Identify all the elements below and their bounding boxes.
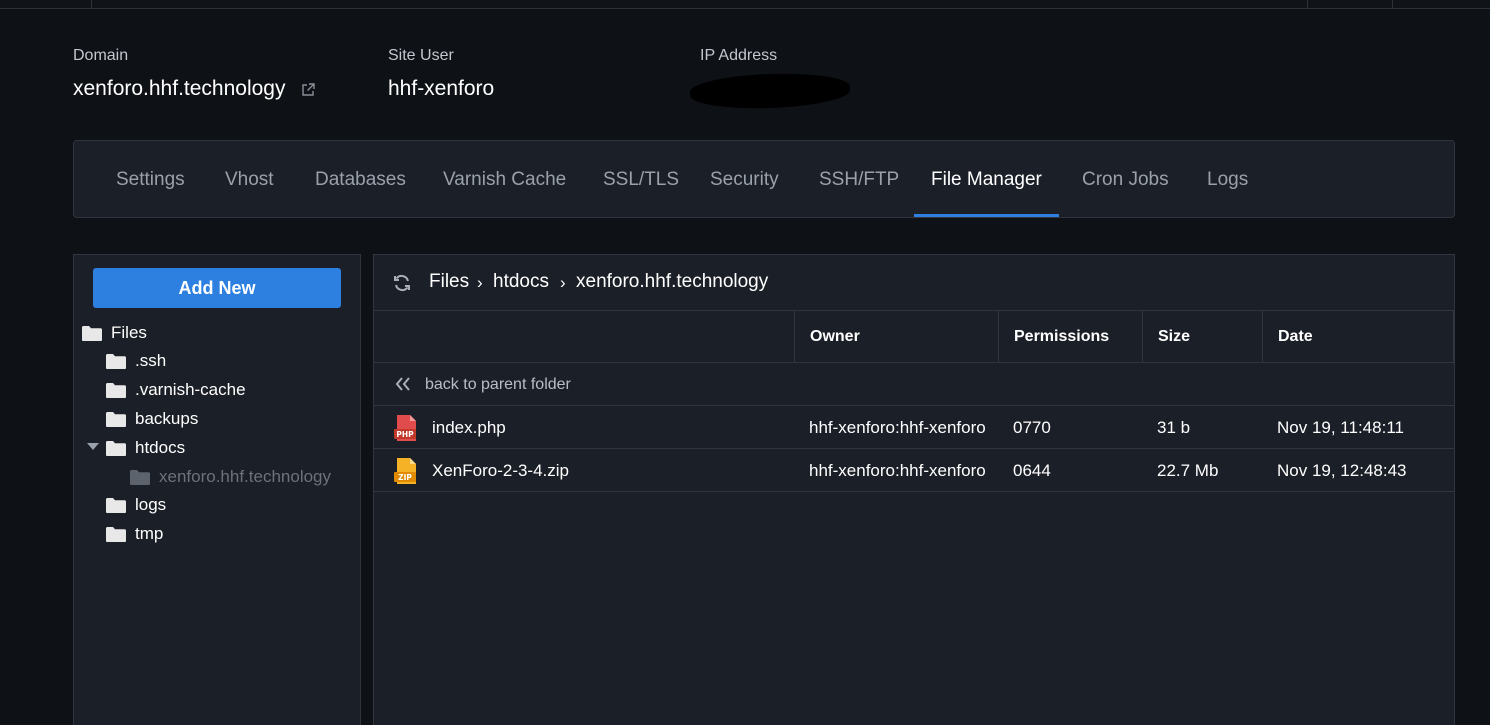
- refresh-icon[interactable]: [392, 273, 412, 293]
- ip-address-redaction: [689, 71, 851, 111]
- folder-icon: [106, 526, 126, 542]
- tree-item-label: backups: [135, 409, 199, 428]
- caret-down-icon[interactable]: [87, 443, 99, 450]
- file-permissions: 0770: [1013, 418, 1051, 437]
- table-header: Owner Permissions Size Date: [374, 311, 1454, 363]
- tree-item-label: logs: [135, 495, 167, 514]
- tree-item-label: .ssh: [135, 351, 167, 370]
- column-header-name[interactable]: [374, 311, 794, 363]
- tab-ssh-ftp[interactable]: SSH/FTP: [819, 141, 899, 217]
- tab-databases[interactable]: Databases: [315, 141, 406, 217]
- top-strip-divider: [91, 0, 92, 9]
- file-list-panel: Files › htdocs › xenforo.hhf.technology …: [373, 254, 1455, 725]
- file-name[interactable]: index.php: [432, 406, 506, 449]
- folder-icon: [82, 325, 102, 341]
- file-owner: hhf-xenforo:hhf-xenforo: [809, 418, 986, 437]
- external-link-icon[interactable]: [300, 82, 316, 98]
- zip-file-icon: ZIP: [394, 458, 416, 484]
- breadcrumb-current-folder: xenforo.hhf.technology: [576, 271, 769, 292]
- column-header-owner[interactable]: Owner: [794, 311, 998, 363]
- tree-item-label: Files: [111, 323, 147, 342]
- back-to-parent-label: back to parent folder: [425, 376, 571, 393]
- folder-tree-panel: Add New Files .ssh .varnish-cache backup…: [73, 254, 361, 725]
- file-name[interactable]: XenForo-2-3-4.zip: [432, 449, 569, 492]
- ip-address-label: IP Address: [700, 47, 778, 64]
- double-chevron-left-icon: [395, 377, 410, 391]
- tab-ssl-tls[interactable]: SSL/TLS: [603, 141, 679, 217]
- breadcrumb-files[interactable]: Files: [429, 271, 469, 293]
- folder-icon: [130, 469, 150, 485]
- domain-value[interactable]: xenforo.hhf.technology: [73, 77, 285, 101]
- tree-item-htdocs[interactable]: htdocs: [105, 436, 185, 460]
- tree-item-logs[interactable]: logs: [105, 493, 166, 517]
- tree-item-label: tmp: [135, 524, 164, 543]
- tab-vhost[interactable]: Vhost: [225, 141, 274, 217]
- breadcrumb-separator-icon: ›: [560, 273, 566, 292]
- back-to-parent-row[interactable]: back to parent folder: [374, 363, 1454, 406]
- domain-label: Domain: [73, 47, 129, 64]
- tree-item-tmp[interactable]: tmp: [105, 522, 163, 546]
- php-file-icon: PHP: [394, 415, 416, 441]
- folder-icon: [106, 382, 126, 398]
- table-row[interactable]: PHP index.php hhf-xenforo:hhf-xenforo 07…: [374, 406, 1454, 449]
- tree-item-label: xenforo.hhf.technology: [159, 467, 332, 486]
- breadcrumb-htdocs[interactable]: htdocs: [493, 271, 549, 293]
- file-size: 22.7 Mb: [1157, 461, 1219, 480]
- folder-icon: [106, 353, 126, 369]
- breadcrumb-separator-icon: ›: [477, 273, 483, 292]
- top-strip-divider: [1392, 0, 1393, 9]
- tree-item-label: .varnish-cache: [135, 380, 246, 399]
- tab-logs[interactable]: Logs: [1207, 141, 1248, 217]
- file-permissions: 0644: [1013, 461, 1051, 480]
- tree-item-files[interactable]: Files: [81, 321, 147, 345]
- svg-text:ZIP: ZIP: [398, 473, 412, 482]
- site-user-value: hhf-xenforo: [388, 77, 495, 100]
- top-strip-divider: [1307, 0, 1308, 9]
- top-strip: [0, 0, 1490, 9]
- tab-bar: Settings Vhost Databases Varnish Cache S…: [73, 140, 1455, 218]
- tree-item-ssh[interactable]: .ssh: [105, 349, 166, 373]
- folder-icon: [106, 497, 126, 513]
- file-date: Nov 19, 12:48:43: [1277, 461, 1407, 480]
- tree-item-backups[interactable]: backups: [105, 407, 198, 431]
- file-size: 31 b: [1157, 418, 1191, 437]
- tree-item-xenforo-hhf-technology[interactable]: xenforo.hhf.technology: [129, 465, 331, 489]
- folder-icon: [106, 440, 126, 456]
- breadcrumb: Files › htdocs › xenforo.hhf.technology: [374, 255, 1454, 311]
- column-header-size[interactable]: Size: [1142, 311, 1262, 363]
- table-row[interactable]: ZIP XenForo-2-3-4.zip hhf-xenforo:hhf-xe…: [374, 449, 1454, 492]
- folder-icon: [106, 411, 126, 427]
- svg-text:PHP: PHP: [396, 430, 414, 439]
- add-new-button[interactable]: Add New: [93, 268, 341, 308]
- site-user-label: Site User: [388, 47, 454, 64]
- active-tab-indicator: [914, 214, 1059, 217]
- file-owner: hhf-xenforo:hhf-xenforo: [809, 461, 986, 480]
- column-header-date[interactable]: Date: [1262, 311, 1454, 363]
- tab-cron-jobs[interactable]: Cron Jobs: [1082, 141, 1169, 217]
- tab-settings[interactable]: Settings: [116, 141, 185, 217]
- tree-item-varnish-cache[interactable]: .varnish-cache: [105, 378, 246, 402]
- tab-security[interactable]: Security: [710, 141, 779, 217]
- tree-item-label: htdocs: [135, 438, 186, 457]
- file-date: Nov 19, 11:48:11: [1277, 418, 1404, 437]
- tab-varnish-cache[interactable]: Varnish Cache: [443, 141, 566, 217]
- tab-file-manager[interactable]: File Manager: [931, 141, 1042, 217]
- column-header-permissions[interactable]: Permissions: [998, 311, 1142, 363]
